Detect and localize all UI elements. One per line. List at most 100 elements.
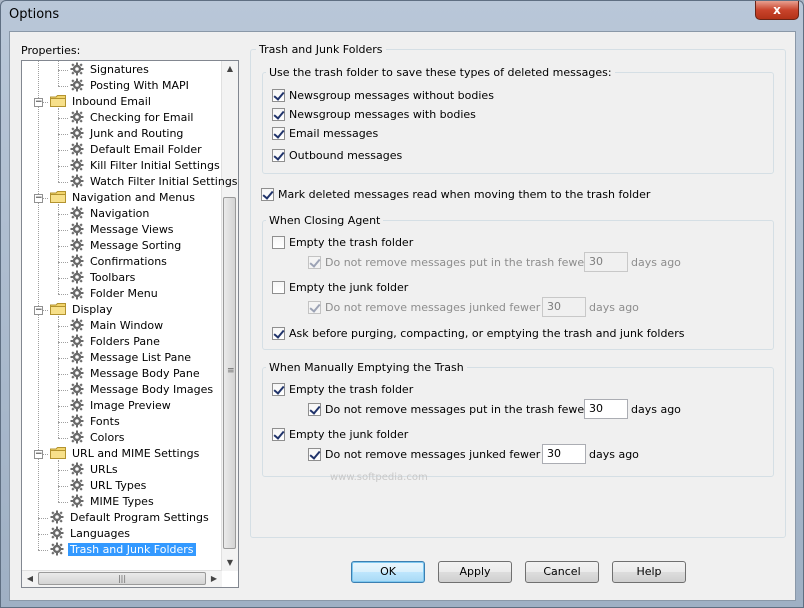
watermark-text: www.softpedia.com — [330, 472, 428, 483]
gear-icon — [70, 350, 84, 364]
tree-item[interactable]: Message Sorting — [70, 238, 183, 254]
tree-item[interactable]: Kill Filter Initial Settings — [70, 158, 222, 174]
tree-item[interactable]: Image Preview — [70, 398, 173, 414]
closing-trash-keep-checkbox[interactable]: Do not remove messages put in the trash … — [308, 255, 617, 271]
checkbox-checked-icon[interactable] — [308, 448, 321, 461]
collapse-minus-icon[interactable]: − — [34, 450, 43, 459]
apply-button[interactable]: Apply — [438, 561, 512, 583]
checkbox-checked-icon[interactable] — [272, 108, 285, 121]
tree-folder-item[interactable]: Display — [50, 302, 115, 318]
manual-junk-keep-checkbox[interactable]: Do not remove messages junked fewer than — [308, 447, 569, 463]
tree-item-label: Folder Menu — [90, 287, 158, 300]
tree-item[interactable]: Folder Menu — [70, 286, 160, 302]
manual-trash-keep-checkbox[interactable]: Do not remove messages put in the trash … — [308, 402, 617, 418]
tree-vertical-scrollbar[interactable]: ▲ ≡ ▼ — [221, 61, 238, 571]
collapse-minus-icon[interactable]: − — [34, 306, 43, 315]
tree-item-label: Navigation — [90, 207, 150, 220]
closing-trash-days-input[interactable]: 30 — [584, 252, 628, 272]
tree-item[interactable]: URL Types — [70, 478, 148, 494]
title-bar[interactable]: Options x — [1, 1, 803, 31]
closing-junk-keep-checkbox[interactable]: Do not remove messages junked fewer than — [308, 300, 569, 316]
scroll-right-arrow-icon[interactable]: ▶ — [206, 571, 222, 587]
manual-trash-days-suffix: days ago — [631, 403, 681, 416]
checkbox-checked-icon[interactable] — [272, 89, 285, 102]
mark-read-checkbox[interactable]: Mark deleted messages read when moving t… — [261, 187, 650, 203]
tree-item[interactable]: Message Views — [70, 222, 176, 238]
help-button[interactable]: Help — [612, 561, 686, 583]
folder-open-icon — [50, 191, 66, 203]
tree-item[interactable]: Checking for Email — [70, 110, 196, 126]
tree-item[interactable]: Navigation — [70, 206, 151, 222]
manual-junk-days-input[interactable]: 30 — [542, 444, 586, 464]
checkbox-checked-icon[interactable] — [308, 301, 321, 314]
tree-item[interactable]: Trash and Junk Folders — [50, 542, 196, 558]
scroll-left-arrow-icon[interactable]: ◀ — [22, 571, 38, 587]
tree-folder-item[interactable]: URL and MIME Settings — [50, 446, 201, 462]
checkbox-checked-icon[interactable] — [272, 428, 285, 441]
tree-item[interactable]: Main Window — [70, 318, 165, 334]
properties-tree[interactable]: ▲ ≡ ▼ ◀ ||| ▶ Signatures Posting With MAP… — [21, 60, 239, 588]
checkbox-checked-icon[interactable] — [272, 149, 285, 162]
tree-item[interactable]: Signatures — [70, 62, 151, 78]
gear-icon — [70, 238, 84, 252]
outbound-messages-checkbox[interactable]: Outbound messages — [272, 148, 402, 164]
tree-item[interactable]: Fonts — [70, 414, 122, 430]
scroll-up-arrow-icon[interactable]: ▲ — [222, 61, 238, 77]
cancel-button[interactable]: Cancel — [525, 561, 599, 583]
scroll-thumb-horizontal[interactable]: ||| — [38, 572, 206, 585]
tree-connector — [58, 470, 68, 471]
tree-connector — [58, 486, 68, 487]
closing-empty-junk-checkbox[interactable]: Empty the junk folder — [272, 280, 408, 296]
tree-item[interactable]: Junk and Routing — [70, 126, 185, 142]
ask-before-purging-checkbox[interactable]: Ask before purging, compacting, or empty… — [272, 326, 684, 342]
tree-item-label: Message Sorting — [90, 239, 182, 252]
tree-item[interactable]: Message Body Pane — [70, 366, 202, 382]
gear-icon — [50, 526, 64, 540]
tree-item[interactable]: Colors — [70, 430, 126, 446]
tree-item-label: Languages — [70, 527, 131, 540]
tree-item[interactable]: Languages — [50, 526, 132, 542]
close-button[interactable]: x — [755, 1, 799, 20]
gear-icon — [70, 478, 84, 492]
tree-item[interactable]: URLs — [70, 462, 120, 478]
scroll-down-arrow-icon[interactable]: ▼ — [222, 555, 238, 571]
closing-junk-days-input[interactable]: 30 — [542, 297, 586, 317]
section-title: Trash and Junk Folders — [256, 43, 386, 57]
gear-icon — [50, 542, 64, 556]
tree-item[interactable]: Posting With MAPI — [70, 78, 191, 94]
email-messages-checkbox[interactable]: Email messages — [272, 126, 378, 142]
checkbox-checked-icon[interactable] — [261, 188, 274, 201]
tree-folder-item[interactable]: Inbound Email — [50, 94, 153, 110]
checkbox-unchecked-icon[interactable] — [272, 281, 285, 294]
closing-empty-trash-checkbox[interactable]: Empty the trash folder — [272, 235, 413, 251]
newsgroup-no-bodies-checkbox[interactable]: Newsgroup messages without bodies — [272, 88, 494, 104]
folder-open-icon — [50, 303, 66, 315]
tree-item[interactable]: Default Email Folder — [70, 142, 204, 158]
tree-horizontal-scrollbar[interactable]: ◀ ||| ▶ — [22, 570, 222, 587]
tree-item-label: Watch Filter Initial Settings — [90, 175, 238, 188]
ok-button[interactable]: OK — [351, 561, 425, 583]
tree-item[interactable]: Toolbars — [70, 270, 137, 286]
collapse-minus-icon[interactable]: − — [34, 194, 43, 203]
tree-item[interactable]: Folders Pane — [70, 334, 162, 350]
checkbox-checked-icon[interactable] — [272, 327, 285, 340]
manual-trash-days-input[interactable]: 30 — [584, 399, 628, 419]
tree-item[interactable]: Message List Pane — [70, 350, 193, 366]
checkbox-checked-icon[interactable] — [272, 383, 285, 396]
collapse-minus-icon[interactable]: − — [34, 98, 43, 107]
tree-item[interactable]: Message Body Images — [70, 382, 215, 398]
checkbox-checked-icon[interactable] — [308, 256, 321, 269]
tree-connector — [58, 294, 68, 295]
checkbox-checked-icon[interactable] — [308, 403, 321, 416]
tree-item[interactable]: MIME Types — [70, 494, 156, 510]
tree-item[interactable]: Confirmations — [70, 254, 169, 270]
manual-empty-trash-checkbox[interactable]: Empty the trash folder — [272, 382, 413, 398]
tree-item[interactable]: Default Program Settings — [50, 510, 211, 526]
newsgroup-bodies-checkbox[interactable]: Newsgroup messages with bodies — [272, 107, 476, 123]
scroll-thumb[interactable]: ≡ — [223, 197, 236, 549]
checkbox-unchecked-icon[interactable] — [272, 236, 285, 249]
tree-item[interactable]: Watch Filter Initial Settings — [70, 174, 238, 190]
manual-empty-junk-checkbox[interactable]: Empty the junk folder — [272, 427, 408, 443]
tree-folder-item[interactable]: Navigation and Menus — [50, 190, 197, 206]
checkbox-checked-icon[interactable] — [272, 127, 285, 140]
